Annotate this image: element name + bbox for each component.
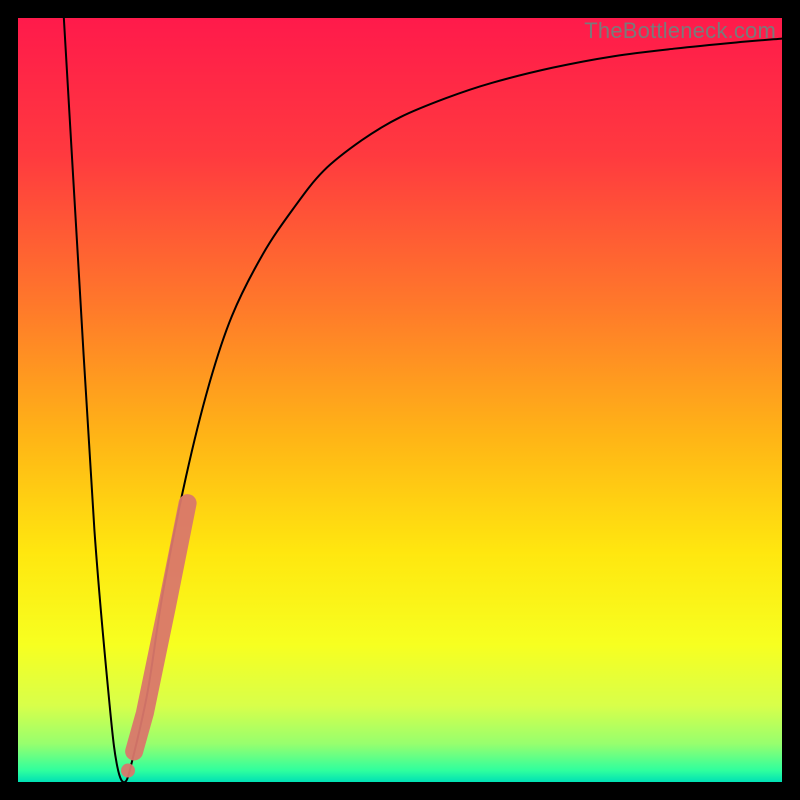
plot-area: TheBottleneck.com (18, 18, 782, 782)
bottleneck-chart (18, 18, 782, 782)
chart-frame: TheBottleneck.com (0, 0, 800, 800)
gradient-background (18, 18, 782, 782)
highlight-dot (121, 764, 135, 778)
